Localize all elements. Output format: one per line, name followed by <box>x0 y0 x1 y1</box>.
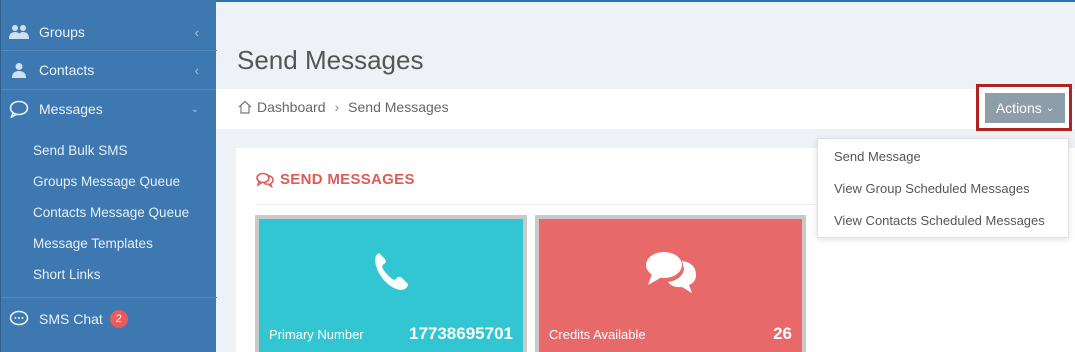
sidebar-item-label: Groups <box>39 24 85 40</box>
phone-icon <box>375 253 408 290</box>
menu-item-view-group-scheduled[interactable]: View Group Scheduled Messages <box>834 181 1030 196</box>
stat-value: 26 <box>773 324 792 343</box>
chat-icon <box>8 310 30 328</box>
primary-number-tile[interactable]: Primary Number 17738695701 <box>255 215 527 352</box>
sidebar-item-groups[interactable]: Groups ‹ <box>1 13 217 51</box>
chevron-left-icon: ‹ <box>194 62 199 78</box>
sidebar: Groups ‹ Contacts ‹ Messages ⌄ Send Bulk… <box>0 0 217 352</box>
sidebar-item-label: Contacts <box>39 62 95 78</box>
breadcrumb-current: Send Messages <box>348 99 449 115</box>
top-border <box>216 0 1075 2</box>
actions-label: Actions <box>995 100 1042 116</box>
submenu-send-bulk-sms[interactable]: Send Bulk SMS <box>33 143 128 158</box>
sidebar-item-sms-chat[interactable]: SMS Chat 2 <box>1 300 217 338</box>
page-title: Send Messages <box>237 45 424 75</box>
divider <box>256 204 816 205</box>
sidebar-item-label: SMS Chat <box>39 311 103 327</box>
breadcrumb: Dashboard › Send Messages <box>238 99 449 115</box>
stat-value: 17738695701 <box>408 324 513 343</box>
home-icon <box>238 100 252 114</box>
sidebar-item-messages[interactable]: Messages ⌄ <box>1 90 217 128</box>
unread-badge: 2 <box>109 310 128 328</box>
comments-icon <box>256 172 274 188</box>
speech-bubble-icon <box>8 100 30 118</box>
panel-title: SEND MESSAGES <box>256 171 415 188</box>
actions-highlight: Actions ⌄ <box>976 84 1072 131</box>
users-icon <box>8 24 30 40</box>
sidebar-item-label: Messages <box>39 101 103 117</box>
user-icon <box>8 62 30 78</box>
submenu-short-links[interactable]: Short Links <box>33 267 101 282</box>
chat-bubbles-icon <box>645 252 696 293</box>
sidebar-item-contacts[interactable]: Contacts ‹ <box>1 51 217 89</box>
menu-item-view-contacts-scheduled[interactable]: View Contacts Scheduled Messages <box>834 213 1045 228</box>
submenu-message-templates[interactable]: Message Templates <box>33 236 153 251</box>
chevron-down-icon: ⌄ <box>190 103 199 115</box>
chevron-left-icon: ‹ <box>194 24 199 40</box>
actions-button[interactable]: Actions ⌄ <box>985 93 1065 123</box>
actions-dropdown-menu: Send Message View Group Scheduled Messag… <box>817 138 1069 238</box>
stat-label: Credits Available <box>549 327 646 342</box>
stat-label: Primary Number <box>269 327 364 342</box>
chevron-down-icon: ⌄ <box>1045 102 1055 114</box>
submenu-groups-message-queue[interactable]: Groups Message Queue <box>33 174 180 189</box>
credits-available-tile[interactable]: Credits Available 26 <box>535 215 806 352</box>
submenu-contacts-message-queue[interactable]: Contacts Message Queue <box>33 205 189 220</box>
breadcrumb-dashboard-link[interactable]: Dashboard <box>257 99 326 115</box>
menu-item-send-message[interactable]: Send Message <box>834 149 921 164</box>
panel-title-text: SEND MESSAGES <box>280 171 415 188</box>
chevron-right-icon: › <box>334 99 340 115</box>
divider <box>1 297 217 298</box>
